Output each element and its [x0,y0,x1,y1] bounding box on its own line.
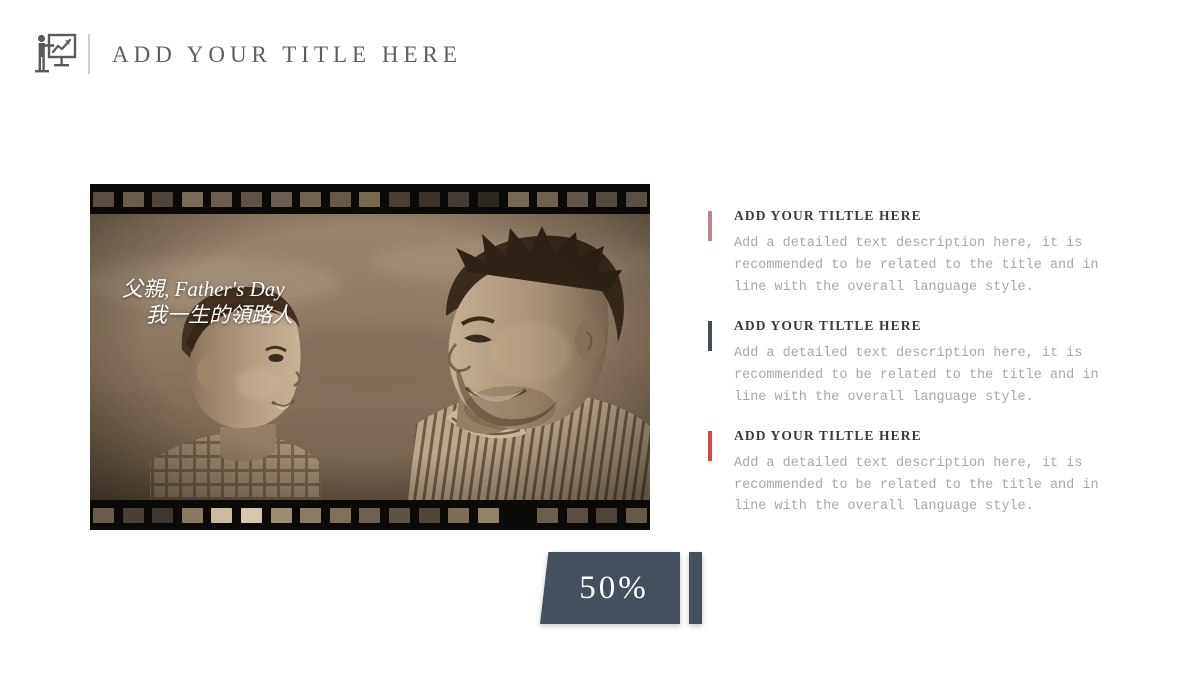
filmstrip-sprocket [566,191,588,207]
filmstrip-photo: 父親, Father's Day 我一生的領路人 [90,184,650,530]
filmstrip-sprocket [152,507,174,523]
filmstrip-sprocket [329,507,351,523]
filmstrip-sprocket [625,191,647,207]
percent-accent-bar [689,552,702,624]
filmstrip-sprocket [300,191,322,207]
filmstrip-sprocket [329,191,351,207]
filmstrip-sprocket [507,191,529,207]
filmstrip-sprocket [418,191,440,207]
filmstrip-sprocket [566,507,588,523]
filmstrip-sprocket [625,507,647,523]
filmstrip-sprocket [389,191,411,207]
filmstrip-sprocket [508,508,529,523]
content-block-3-accent [708,430,712,461]
photo-frame: 父親, Father's Day 我一生的領路人 [90,212,650,502]
content-block-3-body: Add a detailed text description here, it… [734,455,1099,515]
content-block-1-accent [708,211,712,241]
filmstrip-sprocket [448,191,470,207]
filmstrip-sprocket [211,507,233,523]
photo-image [90,212,650,502]
filmstrip-sprocket [122,191,144,207]
content-block-2: ADD YOUR TILTLE HERE Add a detailed text… [708,318,1128,409]
filmstrip-sprocket [93,507,114,523]
filmstrip-sprocket [122,507,144,523]
filmstrip-sprocket [596,507,618,523]
filmstrip-sprocket [270,507,292,523]
header-divider [88,34,90,74]
filmstrip-sprocket [211,191,233,207]
content-block-2-body: Add a detailed text description here, it… [734,345,1099,405]
filmstrip-sprockets-bottom [90,500,650,530]
filmstrip-sprocket [181,507,203,523]
filmstrip-sprocket [596,191,618,207]
content-block-1-heading: ADD YOUR TILTLE HERE [734,208,922,223]
content-block-list: ADD YOUR TILTLE HERE Add a detailed text… [708,208,1128,537]
filmstrip-sprocket [241,191,263,207]
filmstrip-sprocket [241,507,263,523]
filmstrip-sprockets-top [90,184,650,214]
page-header: ADD YOUR TITLE HERE [32,28,462,80]
filmstrip-sprocket [477,507,499,523]
filmstrip-sprocket [418,507,440,523]
filmstrip-sprocket [270,191,292,207]
content-block-1-body: Add a detailed text description here, it… [734,236,1099,295]
content-block-1: ADD YOUR TILTLE HERE Add a detailed text… [708,208,1128,299]
filmstrip-sprocket [537,507,559,523]
filmstrip-sprocket [152,191,174,207]
presenter-chart-icon [35,33,77,73]
content-block-2-heading: ADD YOUR TILTLE HERE [734,317,922,333]
content-block-3-heading: ADD YOUR TILTLE HERE [734,427,922,443]
filmstrip-sprocket [537,191,559,207]
content-block-2-accent [708,320,712,351]
content-block-3: ADD YOUR TILTLE HERE Add a detailed text… [708,428,1128,519]
percent-badge: 50% [540,552,702,624]
filmstrip-sprocket [389,507,411,523]
percent-value: 50% [579,569,649,606]
filmstrip-sprocket [300,507,322,523]
filmstrip-sprocket [181,191,203,207]
percent-badge-shape: 50% [540,552,680,624]
filmstrip-sprocket [477,191,499,207]
filmstrip-sprocket [359,191,381,207]
filmstrip-sprocket [93,191,114,207]
filmstrip-sprocket [359,507,381,523]
filmstrip-sprocket [448,507,470,523]
page-title: ADD YOUR TITLE HERE [112,41,462,67]
